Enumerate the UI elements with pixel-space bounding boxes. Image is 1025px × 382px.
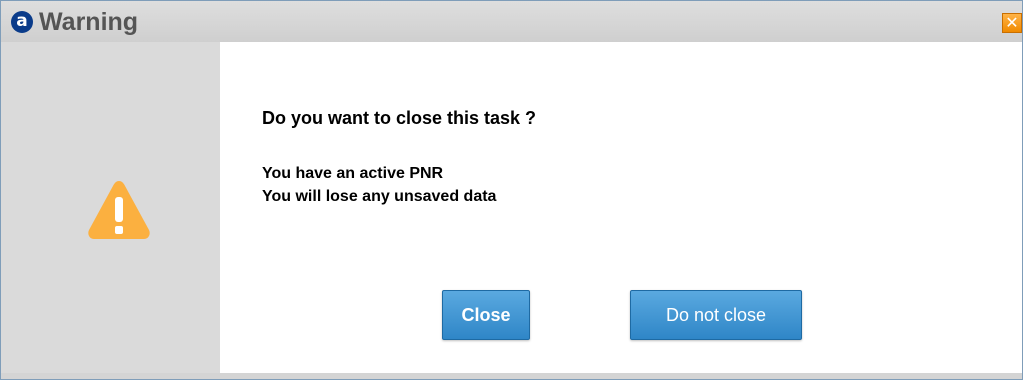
dialog-bottom-border	[1, 373, 1022, 379]
dialog-message-line: You have an active PNR	[262, 165, 444, 182]
close-icon[interactable]: ✕	[1002, 13, 1022, 33]
close-button[interactable]: Close	[442, 290, 530, 340]
warning-dialog: a Warning ✕ Do you want to close this ta…	[0, 0, 1023, 380]
dialog-content: Do you want to close this task ? You hav…	[220, 42, 1022, 373]
amadeus-logo-icon: a	[11, 11, 33, 33]
dialog-titlebar: a Warning ✕	[1, 1, 1022, 42]
dialog-title: Warning	[39, 8, 139, 36]
dialog-message-line: You will lose any unsaved data	[262, 188, 497, 205]
warning-triangle-icon	[88, 181, 150, 239]
dialog-question: Do you want to close this task ?	[262, 108, 537, 128]
do-not-close-button[interactable]: Do not close	[630, 290, 802, 340]
